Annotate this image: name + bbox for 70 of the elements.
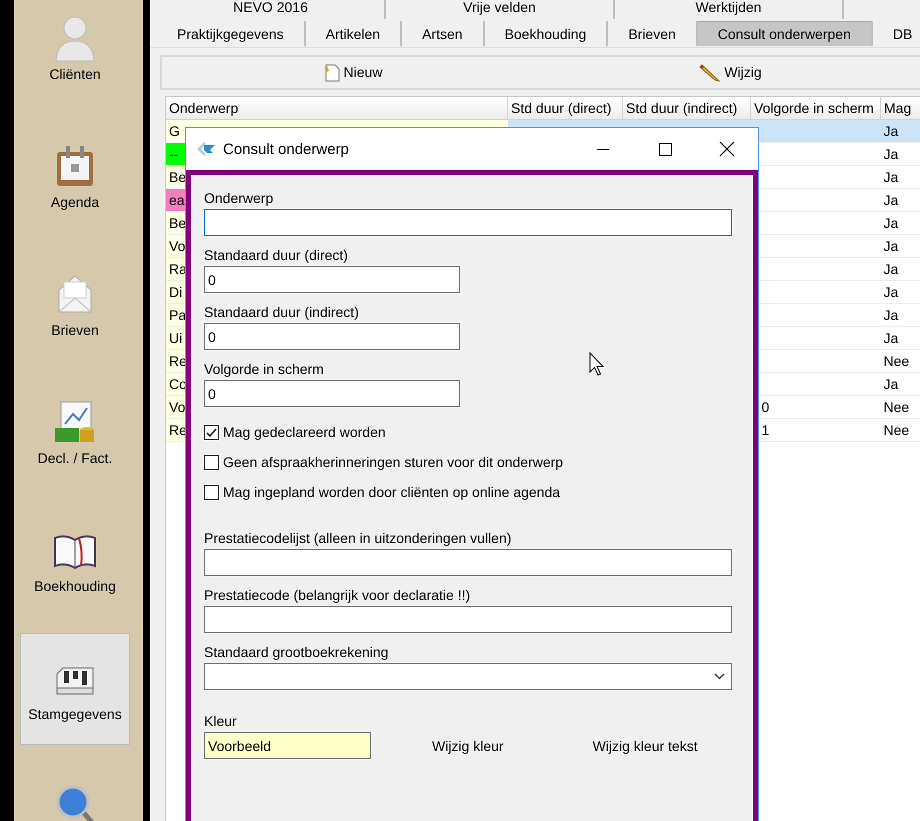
mouse-cursor-icon	[589, 352, 605, 376]
maximize-icon[interactable]	[658, 142, 672, 156]
chevron-down-icon	[714, 673, 725, 680]
edit-button[interactable]: Wijzig	[541, 57, 920, 88]
table-cell: Ja	[884, 330, 898, 346]
tab[interactable]: Consult onderwerpen	[698, 21, 873, 46]
sidebar-label: Decl. / Fact.	[38, 450, 112, 466]
table-cell: Nee	[884, 422, 910, 438]
checkbox-label: Geen afspraakherinneringen sturen voor dit onderwerp	[223, 454, 564, 470]
table-cell: Ja	[884, 238, 898, 254]
input-field[interactable]	[204, 606, 732, 633]
sidebar-item[interactable]: Decl. / Fact.	[20, 377, 130, 489]
table-cell: Ja	[884, 146, 898, 162]
column-header[interactable]: Mag	[880, 96, 920, 120]
table-cell: Ja	[884, 284, 898, 300]
table-cell: Nee	[884, 352, 910, 369]
sidebar-label: Cliënten	[49, 66, 101, 82]
checkbox[interactable]	[204, 454, 219, 470]
sidebar-label: Boekhouding	[34, 578, 116, 594]
sidebar-label: Brieven	[51, 322, 99, 338]
field-label: Volgorde in scherm	[204, 360, 324, 379]
sidebar-item[interactable]: Cliënten	[20, 0, 130, 105]
field-label: Standaard duur (indirect)	[204, 303, 359, 322]
checkbox[interactable]	[204, 424, 219, 440]
input-field[interactable]	[204, 549, 732, 576]
table-cell: Nee	[884, 398, 910, 415]
field-label: Standaard grootboekrekening	[204, 643, 388, 662]
table-cell: 1	[762, 422, 770, 438]
sidebar-label: Agenda	[50, 194, 100, 210]
close-icon[interactable]	[719, 141, 735, 157]
column-header[interactable]: Volgorde in scherm	[750, 96, 880, 120]
person-icon	[53, 14, 97, 62]
table-cell: 0	[762, 398, 770, 415]
column-header[interactable]: Onderwerp	[166, 96, 508, 120]
dropdown[interactable]	[204, 663, 732, 690]
table-cell: Ja	[884, 376, 898, 392]
column-header[interactable]: Std duur (direct)	[508, 96, 622, 120]
table-cell: Ja	[884, 260, 898, 277]
tab[interactable]: Artikelen	[306, 21, 402, 46]
sidebar-item[interactable]: Boekhouding	[20, 505, 130, 617]
input-field[interactable]: 0	[204, 380, 460, 407]
sidebar-item[interactable]: Brieven	[20, 249, 130, 361]
input-field[interactable]: 0	[204, 266, 460, 293]
input-field[interactable]: 0	[204, 323, 460, 350]
checkbox[interactable]	[204, 484, 219, 500]
checkbox-label: Mag gedeclareerd worden	[223, 424, 386, 440]
sidebar-item[interactable]: Stamgegevens	[20, 633, 130, 745]
pencil-icon	[699, 62, 722, 82]
table-cell: Ja	[884, 214, 898, 231]
sidebar-item[interactable]: Agenda	[20, 121, 130, 233]
field-label: Onderwerp	[204, 189, 274, 208]
field-label: Prestatiecode (belangrijk voor declaratie !!)	[204, 586, 470, 605]
table-cell: Ja	[884, 306, 898, 323]
checkbox-label: Mag ingepland worden door cliënten op online agenda	[223, 484, 560, 500]
field-label: Prestatiecodelijst (alleen in uitzonderingen vullen)	[204, 529, 512, 548]
column-header[interactable]: Std duur (indirect)	[622, 96, 750, 120]
field-label: Kleur	[204, 712, 237, 731]
window-title: Consult onderwerp	[223, 140, 350, 158]
field-label: Standaard duur (direct)	[204, 246, 348, 265]
table-cell: Ja	[884, 122, 898, 139]
change-color-button[interactable]: Wijzig kleur	[432, 736, 504, 756]
app-icon	[196, 141, 216, 157]
change-color-button[interactable]: Wijzig kleur tekst	[592, 736, 698, 756]
sidebar-label: Stamgegevens	[28, 706, 122, 722]
table-cell: Ja	[884, 192, 898, 208]
table-cell: Ja	[884, 168, 898, 185]
tab[interactable]: Boekhouding	[484, 21, 608, 46]
color-preview-field: Voorbeeld	[204, 732, 371, 759]
input-field[interactable]	[204, 209, 732, 236]
new-button[interactable]: Nieuw	[162, 57, 541, 88]
